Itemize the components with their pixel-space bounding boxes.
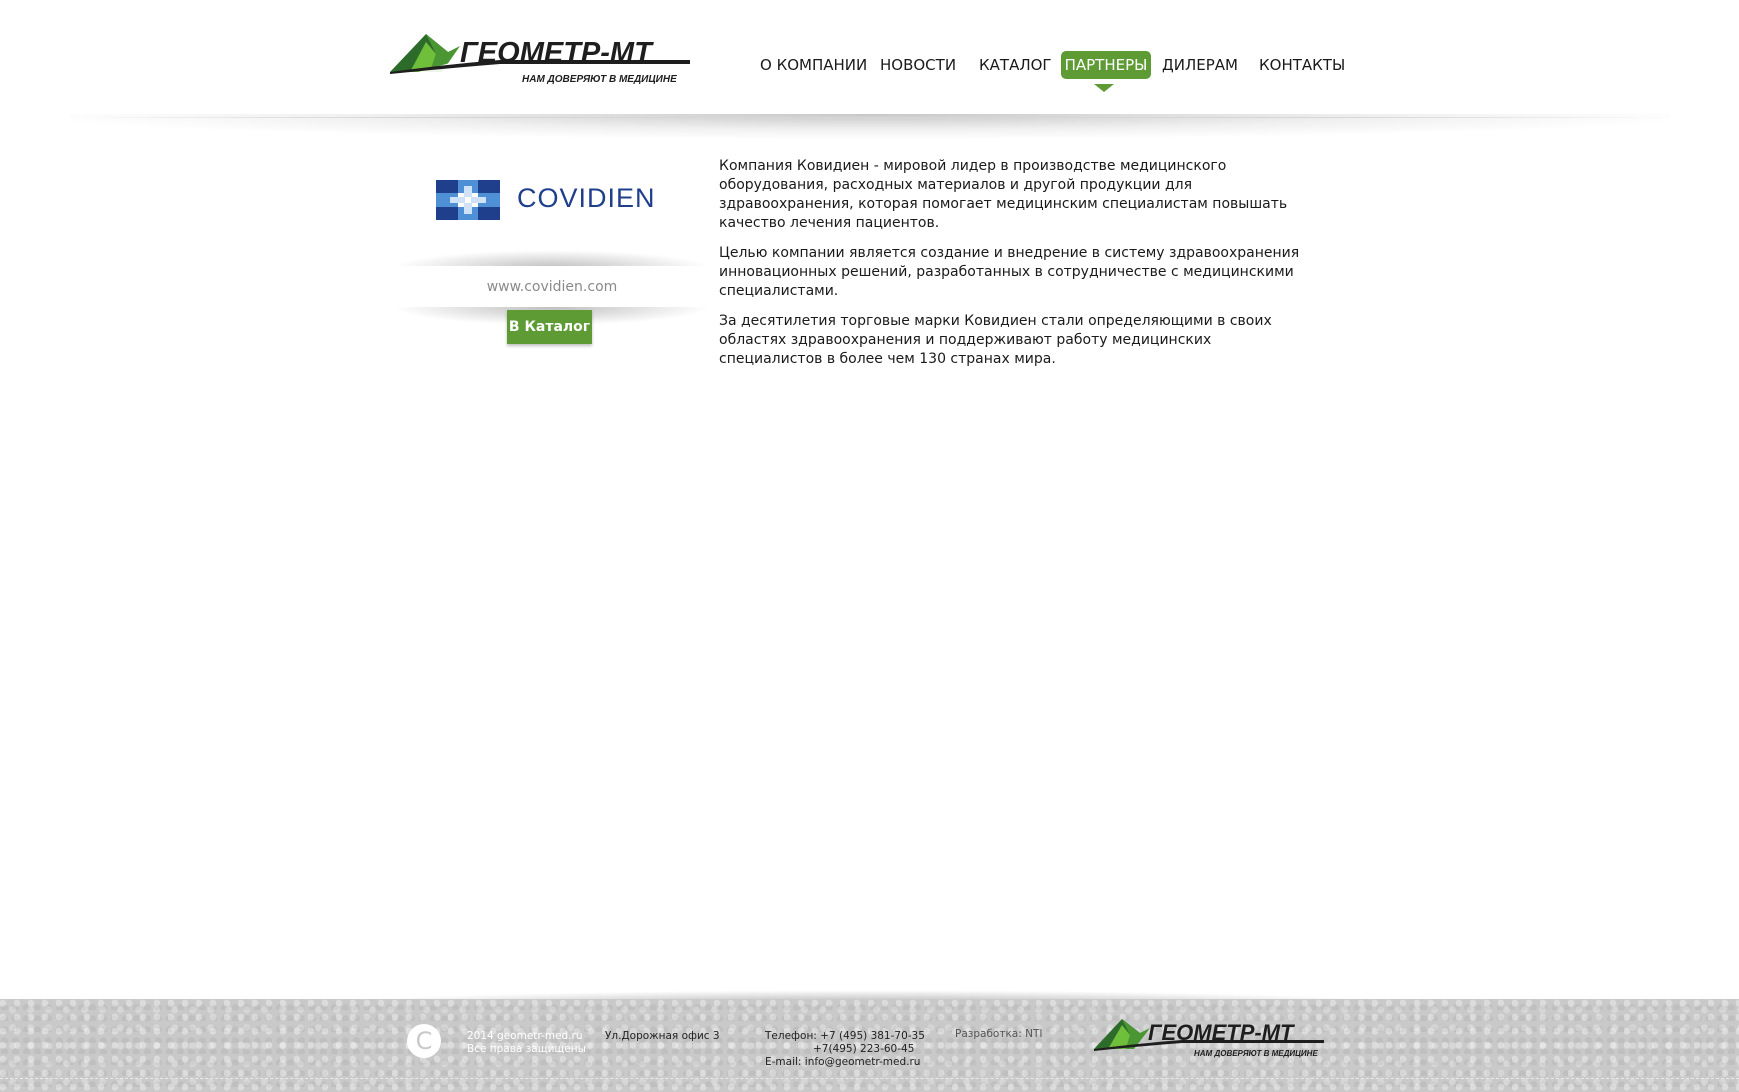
footer-logo-tagline: НАМ ДОВЕРЯЮТ В МЕДИЦИНЕ [1194, 1049, 1318, 1058]
developer-credit[interactable]: Разработка: NTI [955, 1028, 1042, 1041]
description-paragraph: Целью компании является создание и внедр… [719, 245, 1300, 299]
partner-logo: COVIDIEN [436, 180, 656, 220]
to-catalog-button[interactable]: В Каталог [507, 310, 592, 344]
header-divider [70, 117, 1670, 118]
footer-phone-1: Телефон: +7 (495) 381-70-35 [765, 1030, 925, 1042]
footer-address: Ул.Дорожная офис 3 [605, 1030, 720, 1042]
site-header: ГЕОМЕТР-МТ НАМ ДОВЕРЯЮТ В МЕДИЦИНЕ О КОМ… [0, 0, 1739, 118]
footer-email[interactable]: E-mail: info@geometr-med.ru [765, 1056, 920, 1069]
footer-logo[interactable]: ГЕОМЕТР-МТ НАМ ДОВЕРЯЮТ В МЕДИЦИНЕ [1094, 1019, 1326, 1061]
partner-description: Компания Ковидиен - мировой лидер в прои… [719, 157, 1319, 380]
site-logo[interactable]: ГЕОМЕТР-МТ НАМ ДОВЕРЯЮТ В МЕДИЦИНЕ [390, 34, 694, 88]
copyright-year: 2014 geometr-med.ru [467, 1030, 583, 1042]
active-tab-caret-icon [1094, 84, 1114, 92]
nav-item-catalog[interactable]: КАТАЛОГ [979, 51, 1052, 79]
footer-divider [0, 1078, 1739, 1079]
footer-logo-wordmark: ГЕОМЕТР-МТ [1148, 1020, 1294, 1045]
partner-website-link[interactable]: www.covidien.com [392, 266, 712, 308]
covidien-cross-icon [436, 180, 500, 220]
copyright-rights: Все права защищены [467, 1043, 586, 1055]
nav-item-partners[interactable]: ПАРТНЕРЫ [1061, 51, 1151, 79]
description-paragraph: Компания Ковидиен - мировой лидер в прои… [719, 158, 1288, 231]
description-paragraph: За десятилетия торговые марки Ковидиен с… [719, 313, 1272, 367]
nav-item-contacts[interactable]: КОНТАКТЫ [1259, 51, 1345, 79]
logo-tagline: НАМ ДОВЕРЯЮТ В МЕДИЦИНЕ [522, 74, 677, 85]
nav-item-news[interactable]: НОВОСТИ [880, 51, 956, 79]
logo-wordmark: ГЕОМЕТР-МТ [460, 37, 652, 69]
copyright-icon: C [407, 1024, 441, 1058]
nav-item-about[interactable]: О КОМПАНИИ [760, 51, 867, 79]
partner-logo-text: COVIDIEN [517, 183, 656, 213]
footer-phone-2: +7(495) 223-60-45 [813, 1043, 915, 1055]
nav-item-dealers[interactable]: ДИЛЕРАМ [1162, 51, 1238, 79]
